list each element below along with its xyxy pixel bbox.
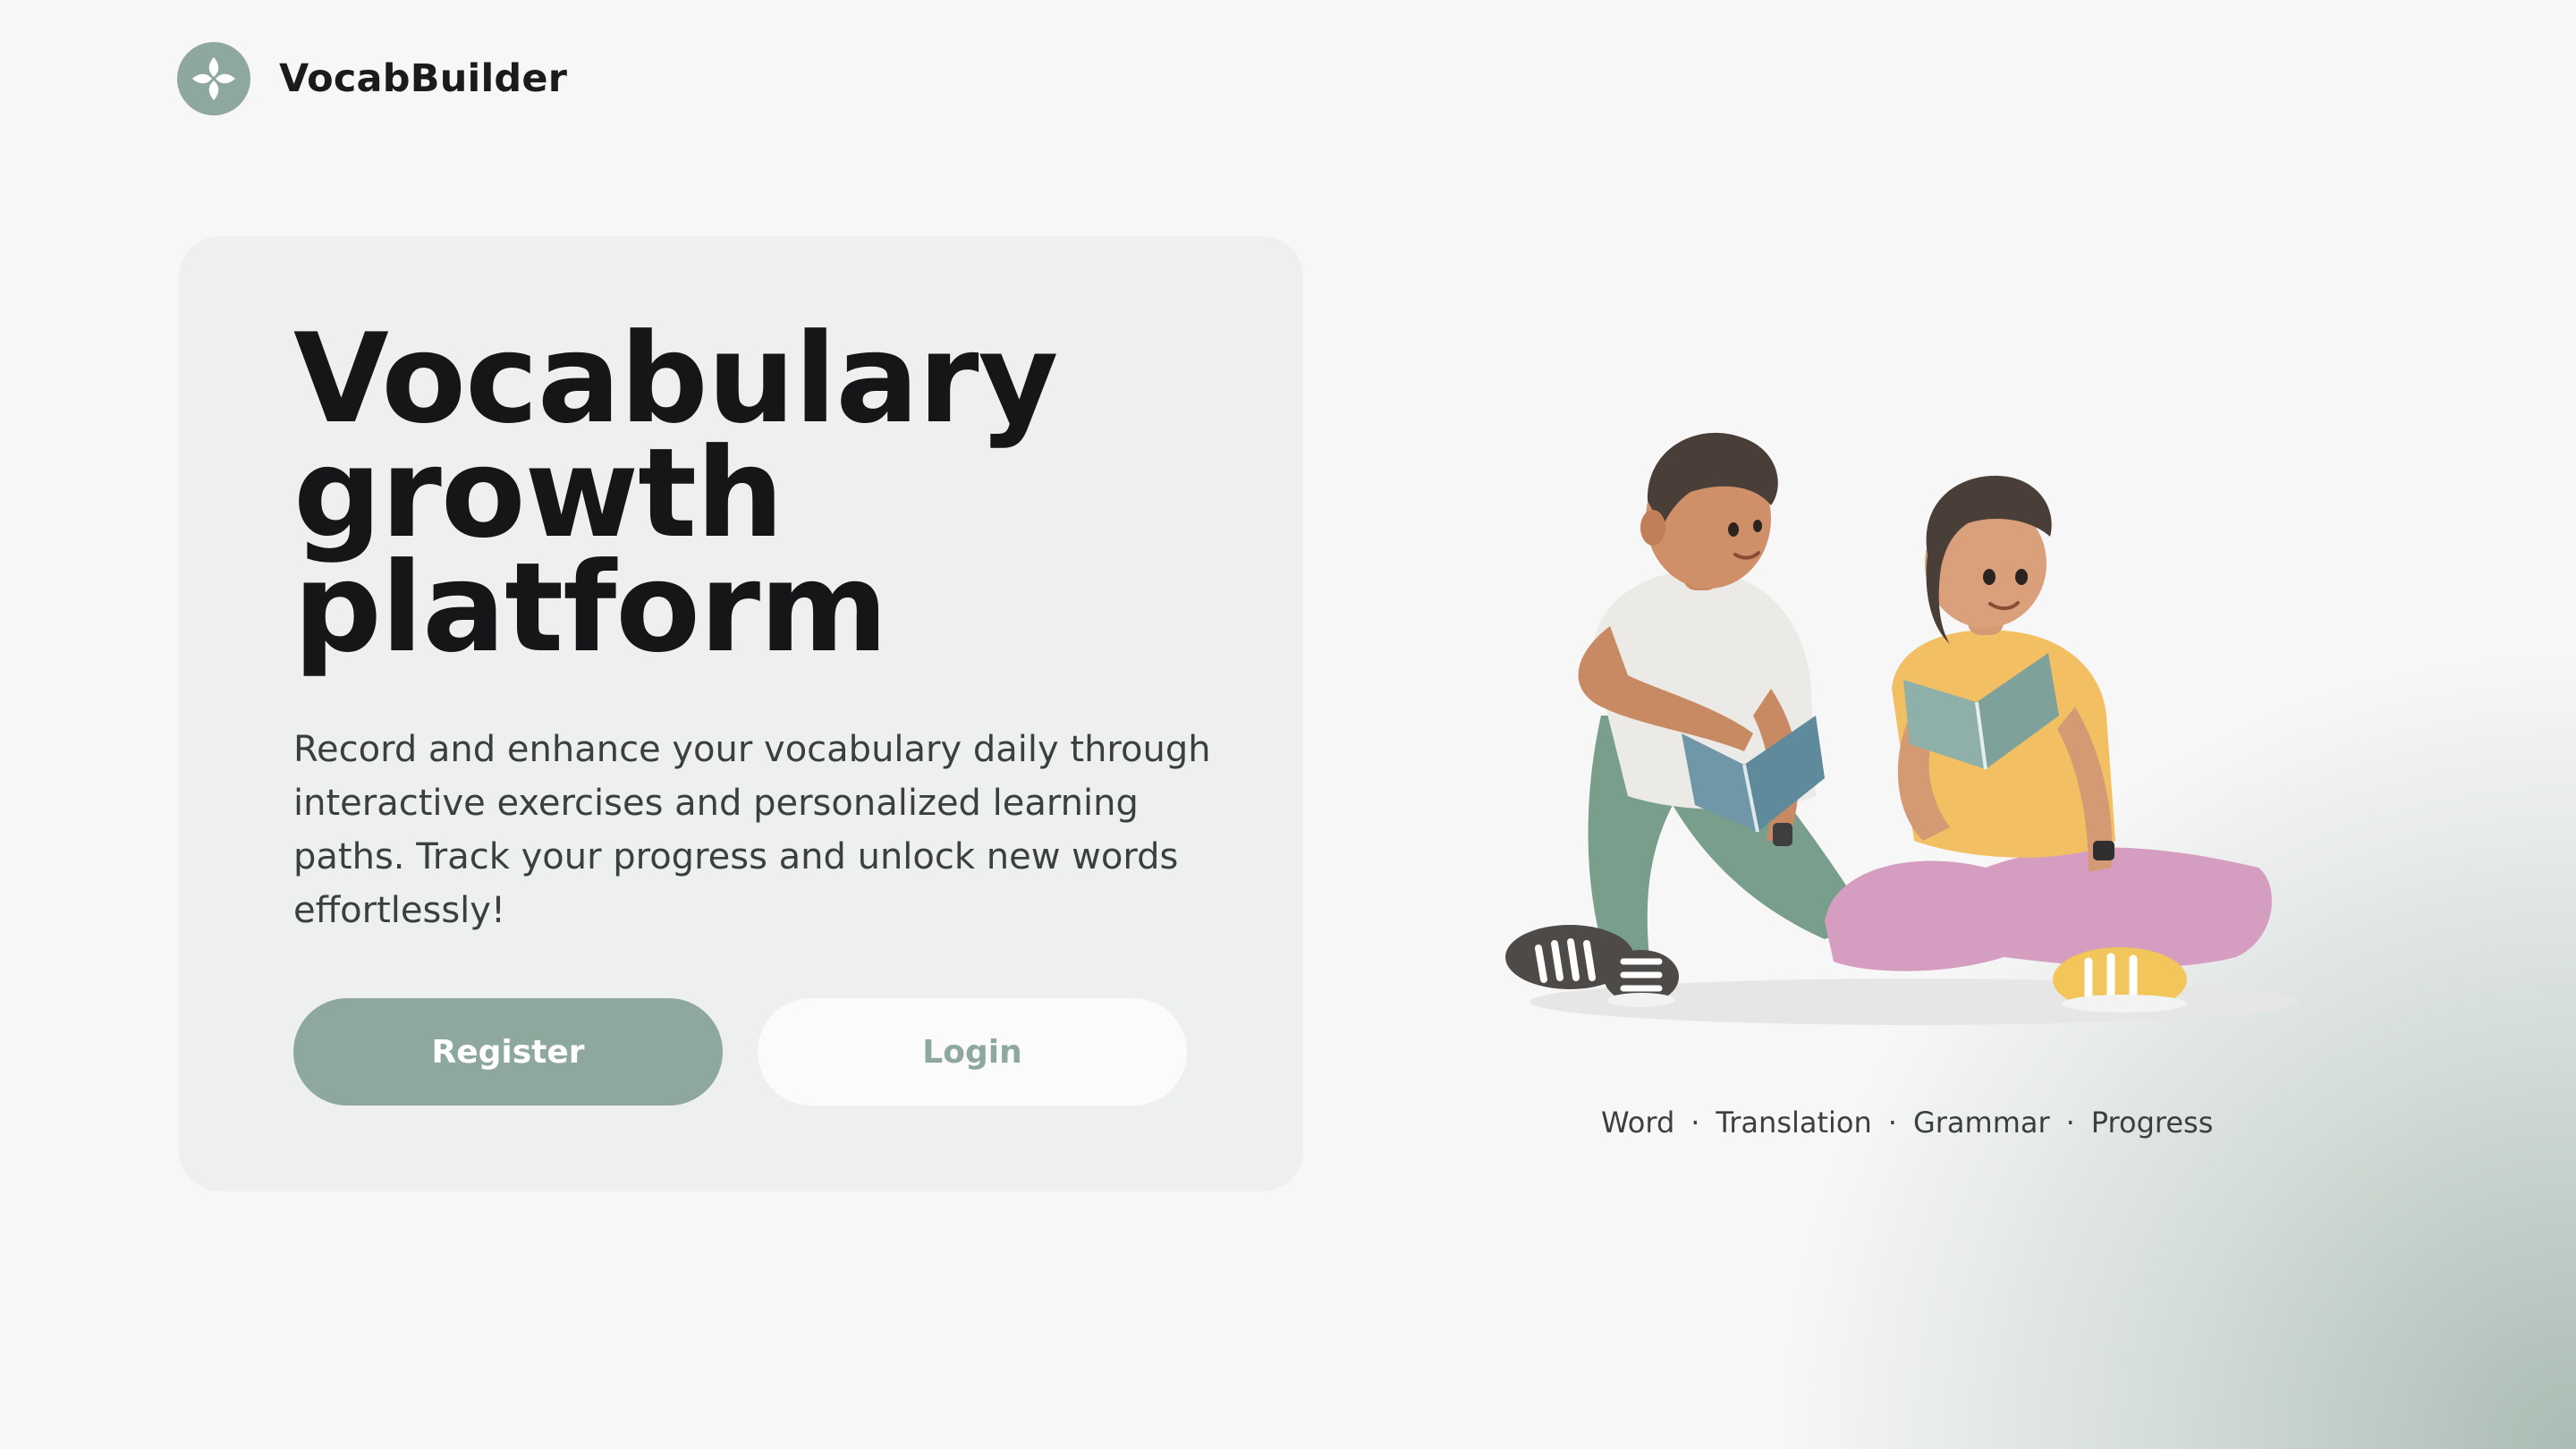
tag-separator: · [2065, 1106, 2075, 1140]
hero-title: Vocabulary growth platform [293, 318, 1233, 670]
hero-card: Vocabulary growth platform Record and en… [179, 236, 1303, 1191]
tag-progress: Progress [2090, 1106, 2214, 1140]
feature-tags: Word · Translation · Grammar · Progress [1601, 1106, 2213, 1140]
register-button[interactable]: Register [293, 998, 723, 1106]
tag-translation: Translation [1716, 1106, 1872, 1140]
brand-name: VocabBuilder [279, 56, 568, 101]
four-petal-flower-icon [177, 42, 250, 115]
tag-separator: · [1690, 1106, 1700, 1140]
tag-word: Word [1601, 1106, 1675, 1140]
tag-separator: · [1887, 1106, 1897, 1140]
tag-grammar: Grammar [1912, 1106, 2050, 1140]
hero-description: Record and enhance your vocabulary daily… [293, 729, 1211, 931]
hero-title-line: platform [293, 536, 888, 680]
brand[interactable]: VocabBuilder [177, 42, 567, 115]
two-students-reading-books-illustration [1449, 420, 2343, 1046]
login-button[interactable]: Login [758, 998, 1187, 1106]
